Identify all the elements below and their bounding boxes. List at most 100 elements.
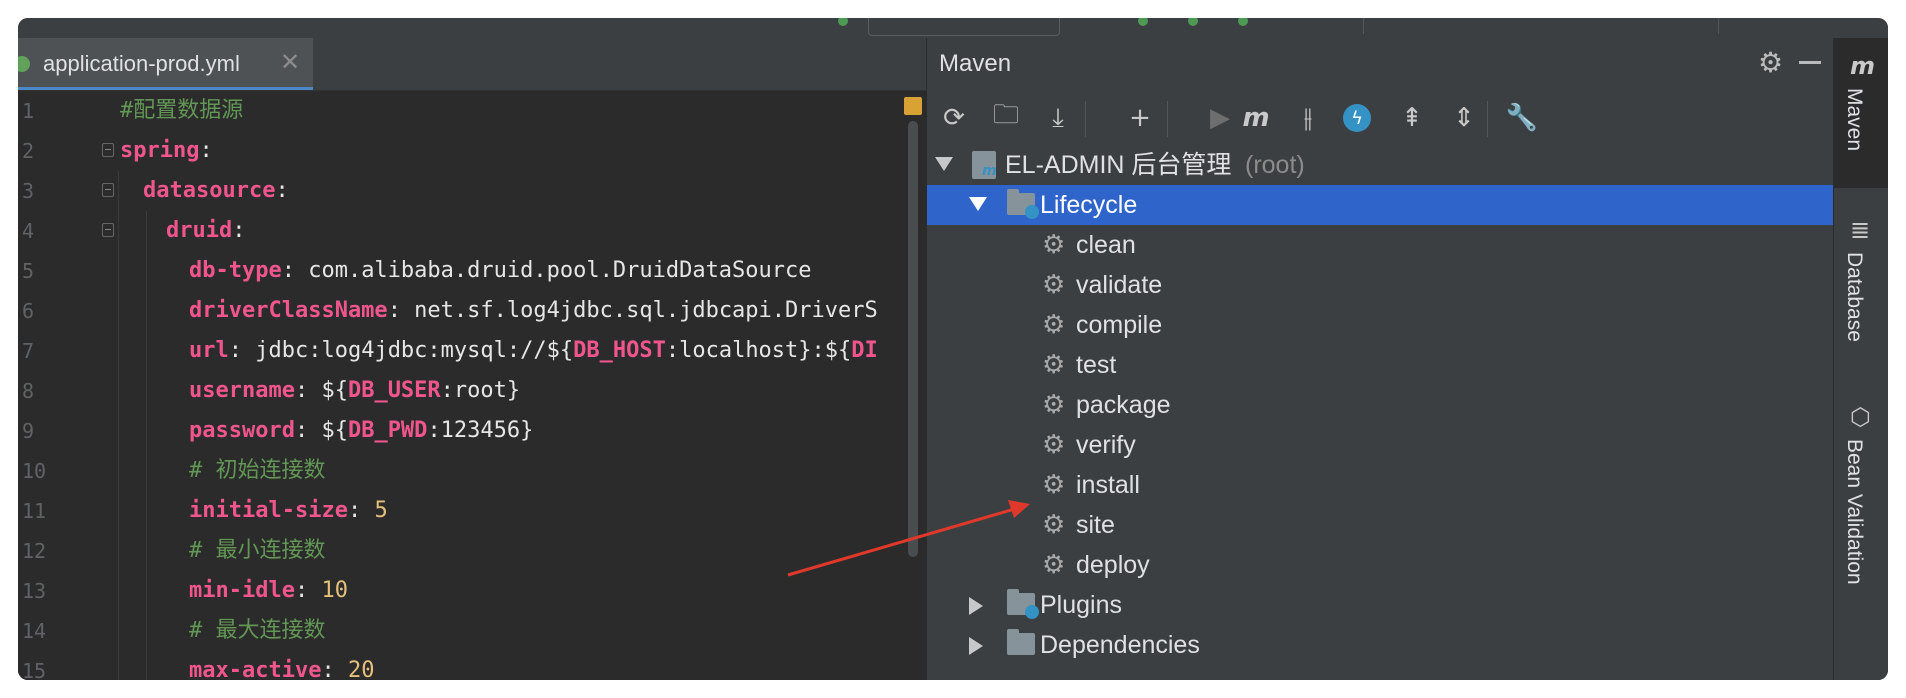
code-token: : bbox=[199, 138, 213, 163]
code-line[interactable]: 9 password: ${DB_PWD:123456} bbox=[18, 411, 926, 451]
code-token: url bbox=[189, 338, 229, 363]
tree-row-goal[interactable]: ⚙ validate bbox=[927, 265, 1834, 305]
code-line[interactable]: 13 min-idle: 10 bbox=[18, 571, 926, 611]
code-line[interactable]: 14 # 最大连接数 bbox=[18, 611, 926, 651]
tree-row-goal[interactable]: ⚙ package bbox=[927, 385, 1834, 425]
code-line[interactable]: 2 spring: bbox=[18, 131, 926, 171]
strip-database-label: Database bbox=[1843, 252, 1866, 342]
tree-row-goal[interactable]: ⚙ site bbox=[927, 505, 1834, 545]
tree-row-goal[interactable]: ⚙ install bbox=[927, 465, 1834, 505]
execute-goal-icon[interactable]: m bbox=[1239, 101, 1273, 135]
show-dependencies-icon[interactable]: ⇞ bbox=[1395, 101, 1429, 135]
fold-toggle-icon[interactable] bbox=[102, 183, 114, 197]
tree-row-goal[interactable]: ⚙ compile bbox=[927, 305, 1834, 345]
strip-bean-validation-label: Bean Validation bbox=[1843, 439, 1866, 585]
fold-toggle-icon[interactable] bbox=[102, 223, 114, 237]
code-line[interactable]: 10 # 初始连接数 bbox=[18, 451, 926, 491]
coverage-icon[interactable] bbox=[1238, 18, 1248, 26]
code-line[interactable]: 4 druid: bbox=[18, 211, 926, 251]
toolbar-separator bbox=[1085, 101, 1086, 137]
tree-row-goal[interactable]: ⚙ deploy bbox=[927, 545, 1834, 585]
skip-tests-icon[interactable]: ϟ bbox=[1343, 104, 1371, 132]
tab-application-prod-yml[interactable]: application-prod.yml ✕ bbox=[18, 38, 313, 90]
code-text: db-type: com.alibaba.druid.pool.DruidDat… bbox=[189, 251, 812, 291]
code-line[interactable]: 1 #配置数据源 bbox=[18, 91, 926, 131]
maven-m-icon: m bbox=[1850, 52, 1876, 80]
code-area[interactable]: 1 #配置数据源 2 spring: 3 datasource: 4 druid: 5 db-ty… bbox=[18, 91, 926, 680]
gear-icon: ⚙ bbox=[1042, 310, 1066, 340]
settings-wrench-icon[interactable]: 🔧 bbox=[1505, 101, 1539, 135]
code-token: : ${ bbox=[294, 378, 348, 403]
code-token: # 最小连接数 bbox=[189, 538, 326, 563]
code-token: password bbox=[189, 418, 295, 443]
line-number: 3 bbox=[22, 179, 35, 203]
database-icon: ≣ bbox=[1850, 216, 1871, 244]
chevron-right-icon[interactable] bbox=[969, 637, 983, 655]
toggle-offline-icon[interactable]: ⫲ bbox=[1291, 101, 1325, 135]
code-token: : bbox=[294, 578, 322, 603]
code-text: druid: bbox=[166, 211, 245, 251]
generate-sources-icon[interactable]: 🗀 bbox=[989, 100, 1023, 135]
code-line[interactable]: 11 initial-size: 5 bbox=[18, 491, 926, 531]
add-icon[interactable]: + bbox=[1123, 101, 1157, 135]
reload-icon[interactable]: ⟳ bbox=[937, 101, 971, 135]
code-token: db-type bbox=[189, 258, 282, 283]
tree-row-goal[interactable]: ⚙ verify bbox=[927, 425, 1834, 465]
run-icon[interactable] bbox=[1138, 18, 1148, 26]
tree-row-root[interactable]: m EL-ADMIN 后台管理 (root) bbox=[927, 145, 1834, 185]
code-text: url: jdbc:log4jdbc:mysql://${DB_HOST:loc… bbox=[189, 331, 878, 371]
tree-row-goal[interactable]: ⚙ clean bbox=[927, 225, 1834, 265]
toolbar-separator bbox=[1487, 101, 1488, 137]
ide-window: application-prod.yml ✕ 1 #配置数据源 2 spring: 3 d… bbox=[18, 18, 1888, 680]
code-token: 20 bbox=[347, 658, 375, 680]
code-line[interactable]: 7 url: jdbc:log4jdbc:mysql://${DB_HOST:lo… bbox=[18, 331, 926, 371]
tree-row-dependencies[interactable]: Dependencies bbox=[927, 625, 1834, 665]
code-token: DB_HOST bbox=[573, 338, 666, 363]
chevron-down-icon[interactable] bbox=[969, 197, 987, 211]
tree-row-goal[interactable]: ⚙ test bbox=[927, 345, 1834, 385]
line-number: 15 bbox=[22, 659, 47, 680]
code-token: :123456} bbox=[427, 418, 534, 443]
code-line[interactable]: 8 username: ${DB_USER:root} bbox=[18, 371, 926, 411]
tree-row-lifecycle[interactable]: Lifecycle bbox=[927, 185, 1834, 225]
run-configuration-selector[interactable] bbox=[868, 18, 1060, 36]
chevron-right-icon[interactable] bbox=[969, 597, 983, 615]
close-icon[interactable]: ✕ bbox=[280, 48, 300, 76]
code-line[interactable]: 6 driverClassName: net.sf.log4jdbc.sql.jd… bbox=[18, 291, 926, 331]
gear-icon[interactable]: ⚙ bbox=[1758, 49, 1786, 77]
code-text: password: ${DB_PWD:123456} bbox=[189, 411, 533, 451]
maven-panel-title: Maven bbox=[939, 50, 1012, 77]
code-token: : net.sf.log4jdbc.sql.jdbcapi.DriverS bbox=[387, 298, 878, 323]
gear-icon: ⚙ bbox=[1042, 470, 1066, 500]
code-text: spring: bbox=[120, 131, 213, 171]
line-number: 2 bbox=[22, 139, 35, 163]
tree-row-plugins[interactable]: Plugins bbox=[927, 585, 1834, 625]
fold-toggle-icon[interactable] bbox=[102, 143, 114, 157]
code-line[interactable]: 12 # 最小连接数 bbox=[18, 531, 926, 571]
bean-validation-icon: ⬡ bbox=[1850, 403, 1871, 431]
run-icon[interactable]: ▶ bbox=[1203, 101, 1237, 135]
lifecycle-label: Lifecycle bbox=[1040, 191, 1138, 219]
debug-icon[interactable] bbox=[1188, 18, 1198, 26]
line-number: 14 bbox=[22, 619, 47, 643]
collapse-all-icon[interactable]: ⇕ bbox=[1447, 101, 1481, 135]
code-token: :root} bbox=[440, 378, 521, 403]
code-token: druid bbox=[166, 218, 233, 243]
code-text: datasource: bbox=[143, 171, 289, 211]
code-line[interactable]: 3 datasource: bbox=[18, 171, 926, 211]
maven-project-tree: m EL-ADMIN 后台管理 (root) Lifecycle ⚙ clean ⚙… bbox=[927, 145, 1834, 680]
chevron-down-icon[interactable] bbox=[935, 157, 953, 171]
editor-tab-bar: application-prod.yml ✕ bbox=[18, 38, 926, 91]
vcs-status-icon[interactable] bbox=[838, 18, 848, 26]
plugins-folder-icon bbox=[1007, 589, 1039, 619]
code-token: username bbox=[189, 378, 295, 403]
code-token: 5 bbox=[374, 498, 388, 523]
minimize-icon[interactable] bbox=[1799, 61, 1821, 64]
code-token: : com.alibaba.druid.pool.DruidDataSource bbox=[281, 258, 812, 283]
line-number: 9 bbox=[22, 419, 35, 443]
code-line[interactable]: 15 max-active: 20 bbox=[18, 651, 926, 680]
code-token: : jdbc:log4jdbc:mysql://${ bbox=[228, 338, 574, 363]
code-line[interactable]: 5 db-type: com.alibaba.druid.pool.DruidDa… bbox=[18, 251, 926, 291]
yaml-file-icon bbox=[18, 56, 30, 72]
download-icon[interactable]: ⤓ bbox=[1041, 101, 1075, 135]
